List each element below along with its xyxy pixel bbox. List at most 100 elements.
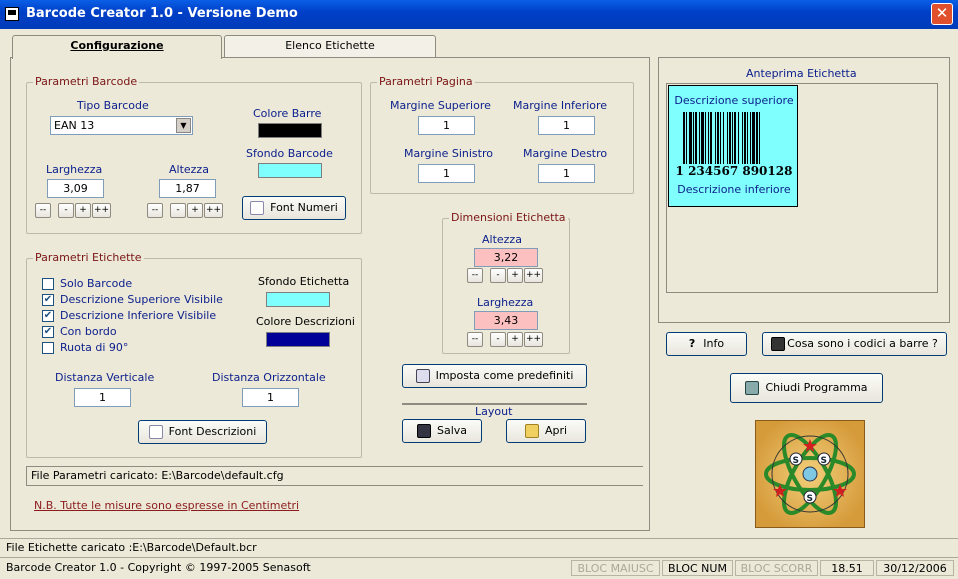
dim-altezza-increase[interactable]: + [507, 268, 523, 283]
tipo-barcode-value: EAN 13 [54, 119, 95, 132]
dim-larghezza-decrease-more[interactable]: -- [467, 332, 483, 347]
apri-button[interactable]: Apri [506, 419, 586, 443]
dim-larghezza-increase-more[interactable]: ++ [524, 332, 543, 347]
info-button[interactable]: ? Info [666, 332, 747, 356]
apri-label: Apri [544, 424, 568, 437]
barcode-bar [738, 112, 739, 164]
checkbox[interactable] [42, 278, 54, 290]
bloc-maiusc-indicator: BLOC MAIUSC [571, 560, 660, 576]
checkbox[interactable]: ✔ [42, 310, 54, 322]
barcode-icon [771, 337, 786, 351]
barcode-bar [734, 112, 736, 164]
bloc-scorr-indicator: BLOC SCORR [735, 560, 818, 576]
clock-time: 18.51 [820, 560, 874, 576]
font-descrizioni-button[interactable]: Font Descrizioni [138, 420, 267, 444]
font-numeri-button[interactable]: Font Numeri [242, 196, 346, 220]
altezza-increase-more[interactable]: ++ [204, 203, 223, 218]
imposta-predefiniti-button[interactable]: Imposta come predefiniti [402, 364, 587, 388]
barcode-bar [750, 112, 751, 164]
sfondo-barcode-label: Sfondo Barcode [246, 147, 333, 160]
checkbox-label[interactable]: Ruota di 90° [60, 341, 128, 354]
barcode-bar [708, 112, 709, 164]
file-parametri-status: File Parametri caricato: E:\Barcode\defa… [26, 466, 643, 486]
checkbox-label[interactable]: Descrizione Superiore Visibile [60, 293, 223, 306]
dim-larghezza-increase[interactable]: + [507, 332, 523, 347]
larghezza-increase-more[interactable]: ++ [92, 203, 111, 218]
cosa-sono-label: Cosa sono i codici a barre ? [787, 337, 938, 350]
checkbox-label[interactable]: Solo Barcode [60, 277, 132, 290]
barcode-bar [759, 112, 760, 164]
group-title: Parametri Etichette [33, 251, 144, 264]
svg-text:S: S [793, 456, 799, 466]
barcode-bar [710, 112, 712, 164]
barcode-bar [693, 112, 694, 164]
app-icon [5, 7, 19, 21]
salva-button[interactable]: Salva [402, 419, 482, 443]
colore-barre-label: Colore Barre [253, 107, 322, 120]
folder-open-icon [524, 424, 539, 438]
colore-descrizioni-swatch[interactable] [266, 332, 330, 347]
barcode-bar [742, 112, 743, 164]
altezza-increase[interactable]: + [187, 203, 203, 218]
margine-inferiore-input[interactable]: 1 [538, 116, 595, 135]
distanza-verticale-input[interactable]: 1 [74, 388, 131, 407]
larghezza-input[interactable]: 3,09 [47, 179, 104, 198]
margine-destro-label: Margine Destro [523, 147, 608, 160]
margine-sinistro-label: Margine Sinistro [404, 147, 493, 160]
barcode-bar [756, 112, 758, 164]
dim-larghezza-decrease[interactable]: - [490, 332, 506, 347]
sfondo-barcode-swatch[interactable] [258, 163, 322, 178]
margine-inferiore-label: Margine Inferiore [513, 99, 608, 112]
dim-altezza-decrease-more[interactable]: -- [467, 268, 483, 283]
font-icon [250, 201, 265, 215]
chevron-down-icon[interactable]: ▼ [176, 118, 191, 133]
checkbox[interactable] [42, 342, 54, 354]
barcode-bar [752, 112, 755, 164]
chiudi-programma-button[interactable]: Chiudi Programma [730, 373, 883, 403]
checkbox[interactable]: ✔ [42, 326, 54, 338]
margine-sinistro-input[interactable]: 1 [418, 164, 475, 183]
font-numeri-label: Font Numeri [270, 201, 338, 214]
close-button[interactable]: ✕ [931, 3, 953, 25]
larghezza-decrease[interactable]: - [58, 203, 74, 218]
dim-altezza-increase-more[interactable]: ++ [524, 268, 543, 283]
group-title: Parametri Barcode [33, 75, 140, 88]
barcode-bar [747, 112, 748, 164]
cosa-sono-button[interactable]: Cosa sono i codici a barre ? [762, 332, 947, 356]
checkbox-label[interactable]: Descrizione Inferiore Visibile [60, 309, 216, 322]
dim-larghezza-value: 3,43 [474, 311, 538, 330]
barcode-bar [699, 112, 700, 164]
checkbox[interactable]: ✔ [42, 294, 54, 306]
larghezza-increase[interactable]: + [75, 203, 91, 218]
tipo-barcode-label: Tipo Barcode [77, 99, 149, 112]
barcode-bar [689, 112, 692, 164]
altezza-decrease-more[interactable]: -- [147, 203, 163, 218]
margine-destro-input[interactable]: 1 [538, 164, 595, 183]
dim-altezza-label: Altezza [482, 233, 522, 246]
sfondo-etichetta-swatch[interactable] [266, 292, 330, 307]
distanza-orizzontale-input[interactable]: 1 [242, 388, 299, 407]
barcode-bar [732, 112, 733, 164]
exit-door-icon [745, 381, 760, 395]
svg-text:S: S [807, 494, 813, 504]
tipo-barcode-select[interactable]: EAN 13 ▼ [50, 116, 193, 135]
preview-desc-inf: Descrizione inferiore [677, 183, 791, 196]
altezza-input[interactable]: 1,87 [159, 179, 216, 198]
larghezza-decrease-more[interactable]: -- [35, 203, 51, 218]
barcode-bar [705, 112, 706, 164]
clock-date: 30/12/2006 [876, 560, 954, 576]
margine-superiore-label: Margine Superiore [390, 99, 491, 112]
tab-elenco-etichette[interactable]: Elenco Etichette [224, 35, 436, 57]
dim-altezza-value: 3,22 [474, 248, 538, 267]
barcode-bar [715, 112, 716, 164]
checkbox-label[interactable]: Con bordo [60, 325, 117, 338]
group-title: Dimensioni Etichetta [449, 211, 568, 224]
colore-barre-swatch[interactable] [258, 123, 322, 138]
dim-altezza-decrease[interactable]: - [490, 268, 506, 283]
barcode-bar [695, 112, 697, 164]
bloc-num-indicator: BLOC NUM [662, 560, 733, 576]
altezza-decrease[interactable]: - [170, 203, 186, 218]
tab-configurazione[interactable]: Configurazione [12, 35, 222, 59]
margine-superiore-input[interactable]: 1 [418, 116, 475, 135]
svg-text:S: S [821, 456, 827, 466]
